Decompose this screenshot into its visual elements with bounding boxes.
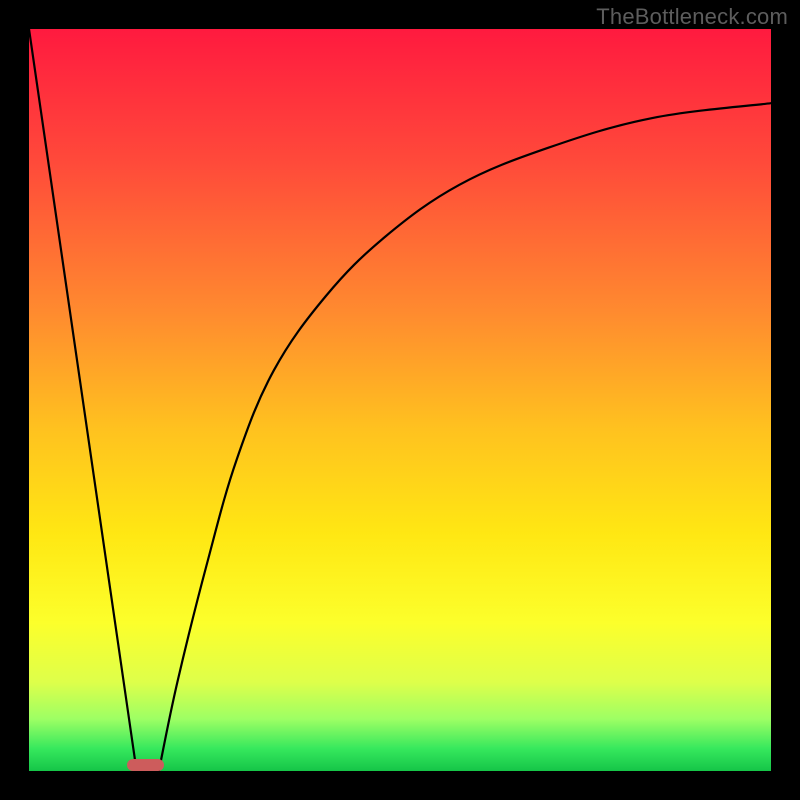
- chart-wrapper: TheBottleneck.com: [0, 0, 800, 800]
- plot-area: [29, 29, 771, 771]
- curve-path: [29, 29, 771, 771]
- bottleneck-marker: [127, 759, 164, 771]
- watermark-text: TheBottleneck.com: [596, 4, 788, 30]
- bottleneck-curve: [29, 29, 771, 771]
